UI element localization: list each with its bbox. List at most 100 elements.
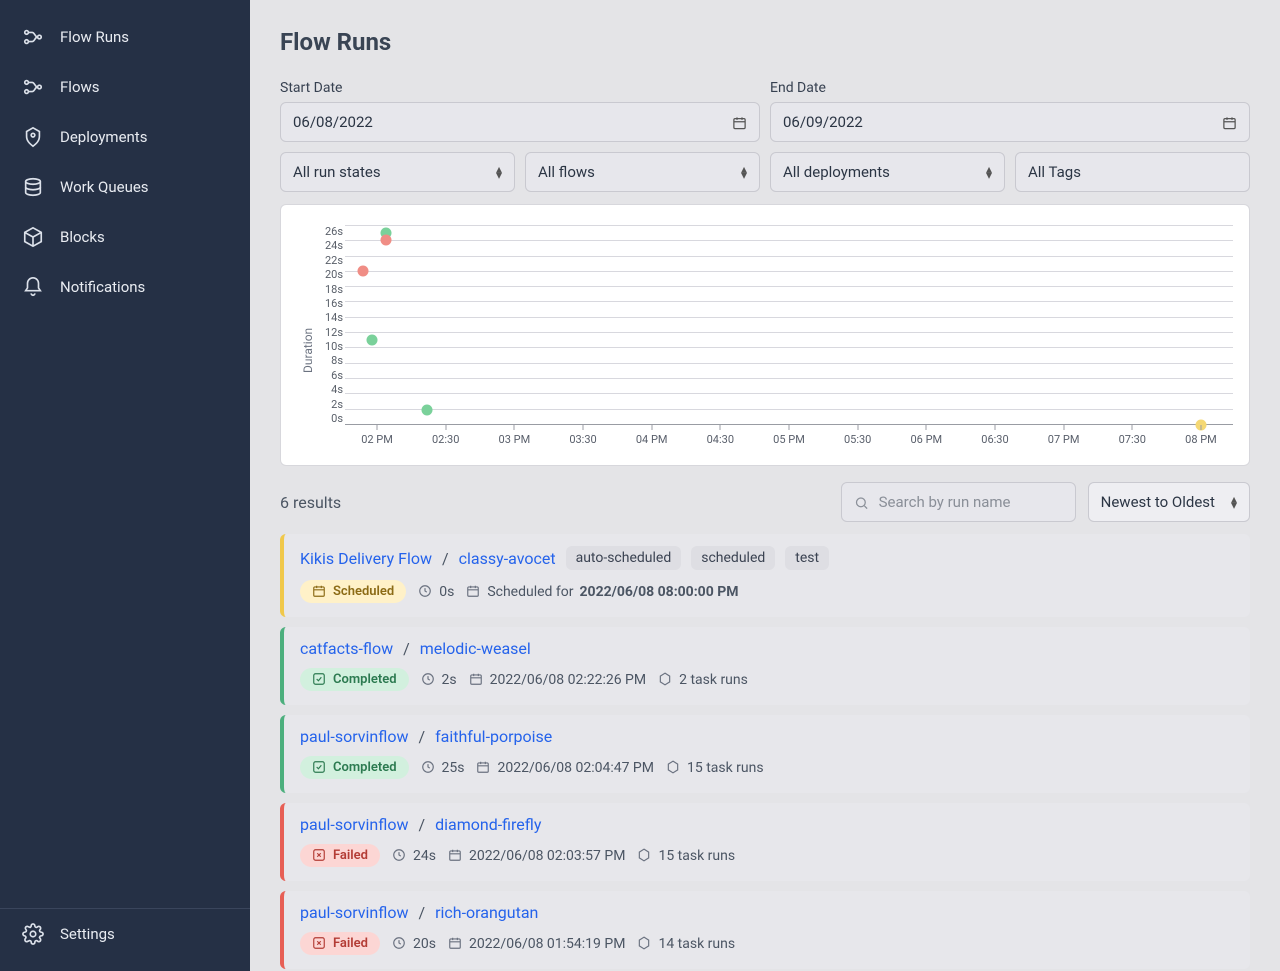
calendar-icon	[476, 760, 491, 775]
search-icon	[854, 495, 869, 510]
state-icon	[312, 936, 327, 951]
flow-link[interactable]: paul-sorvinflow	[300, 727, 408, 746]
run-link[interactable]: rich-orangutan	[435, 903, 538, 922]
results-count: 6 results	[280, 493, 341, 512]
hex-icon	[637, 936, 652, 951]
blocks-icon	[22, 226, 44, 248]
chart-point[interactable]	[381, 235, 392, 246]
flows-icon	[22, 76, 44, 98]
deployments-icon	[22, 126, 44, 148]
main-content: Flow Runs Start Date 06/08/2022 End Date…	[250, 0, 1280, 971]
duration: 2s	[421, 672, 457, 688]
end-date-input[interactable]: 06/09/2022	[770, 102, 1250, 142]
duration: 20s	[392, 936, 436, 952]
state-badge: Scheduled	[300, 580, 406, 603]
nav-flows[interactable]: Flows	[0, 62, 250, 112]
timestamp: Scheduled for 2022/06/08 08:00:00 PM	[466, 584, 738, 600]
state-icon	[312, 848, 327, 863]
flows-select[interactable]: All flows ▴▾	[525, 152, 760, 192]
nav-label: Notifications	[60, 278, 145, 296]
state-badge: Completed	[300, 668, 409, 691]
run-link[interactable]: diamond-firefly	[435, 815, 541, 834]
end-date-label: End Date	[770, 80, 1250, 96]
flow-link[interactable]: catfacts-flow	[300, 639, 393, 658]
run-link[interactable]: faithful-porpoise	[435, 727, 552, 746]
start-date-input[interactable]: 06/08/2022	[280, 102, 760, 142]
run-card[interactable]: Kikis Delivery Flow / classy-avocet auto…	[280, 534, 1250, 617]
start-date-value: 06/08/2022	[293, 113, 373, 131]
calendar-icon	[448, 936, 463, 951]
run-card[interactable]: paul-sorvinflow / diamond-firefly Failed…	[280, 803, 1250, 881]
nav-deployments[interactable]: Deployments	[0, 112, 250, 162]
nav-label: Blocks	[60, 228, 105, 246]
calendar-icon	[1222, 115, 1237, 130]
tag-pill[interactable]: scheduled	[691, 546, 775, 570]
duration: 25s	[421, 760, 465, 776]
search-placeholder: Search by run name	[879, 493, 1011, 511]
clock-icon	[392, 936, 407, 951]
chart-ylabel: Duration	[297, 225, 315, 455]
timestamp: 2022/06/08 02:22:26 PM	[469, 672, 647, 688]
flow-link[interactable]: Kikis Delivery Flow	[300, 549, 432, 568]
tag-pill[interactable]: test	[785, 546, 829, 570]
nav-notifications[interactable]: Notifications	[0, 262, 250, 312]
run-link[interactable]: melodic-weasel	[420, 639, 531, 658]
nav-blocks[interactable]: Blocks	[0, 212, 250, 262]
state-badge: Failed	[300, 932, 380, 955]
run-card[interactable]: paul-sorvinflow / rich-orangutan Failed …	[280, 891, 1250, 969]
clock-icon	[421, 760, 436, 775]
calendar-icon	[469, 672, 484, 687]
tag-pill[interactable]: auto-scheduled	[566, 546, 682, 570]
page-title: Flow Runs	[280, 28, 1250, 56]
notifications-icon	[22, 276, 44, 298]
hex-icon	[666, 760, 681, 775]
deployments-select[interactable]: All deployments ▴▾	[770, 152, 1005, 192]
task-runs: 15 task runs	[637, 848, 735, 864]
nav-flow-runs[interactable]: Flow Runs	[0, 12, 250, 62]
chevrons-icon: ▴▾	[741, 166, 747, 178]
chevrons-icon: ▴▾	[986, 166, 992, 178]
clock-icon	[421, 672, 436, 687]
tags-select[interactable]: All Tags	[1015, 152, 1250, 192]
task-runs: 14 task runs	[637, 936, 735, 952]
hex-icon	[658, 672, 673, 687]
chart-point[interactable]	[422, 404, 433, 415]
chart-point[interactable]	[367, 335, 378, 346]
hex-icon	[637, 848, 652, 863]
state-icon	[312, 760, 327, 775]
nav-label: Flows	[60, 78, 100, 96]
run-states-select[interactable]: All run states ▴▾	[280, 152, 515, 192]
state-badge: Failed	[300, 844, 380, 867]
runs-list: Kikis Delivery Flow / classy-avocet auto…	[280, 534, 1250, 969]
nav-work-queues[interactable]: Work Queues	[0, 162, 250, 212]
flow-link[interactable]: paul-sorvinflow	[300, 815, 408, 834]
clock-icon	[392, 848, 407, 863]
nav-settings[interactable]: Settings	[0, 909, 250, 959]
run-link[interactable]: classy-avocet	[459, 549, 556, 568]
chevrons-icon: ▴▾	[1231, 496, 1237, 508]
sort-select[interactable]: Newest to Oldest ▴▾	[1088, 482, 1250, 522]
flow-runs-icon	[22, 26, 44, 48]
run-card[interactable]: catfacts-flow / melodic-weasel Completed…	[280, 627, 1250, 705]
state-icon	[312, 584, 327, 599]
duration-chart: Duration 26s24s22s20s18s16s14s12s10s8s6s…	[280, 204, 1250, 466]
search-input[interactable]: Search by run name	[841, 482, 1076, 522]
chart-point[interactable]	[358, 266, 369, 277]
run-card[interactable]: paul-sorvinflow / faithful-porpoise Comp…	[280, 715, 1250, 793]
task-runs: 15 task runs	[666, 760, 764, 776]
work-queues-icon	[22, 176, 44, 198]
end-date-value: 06/09/2022	[783, 113, 863, 131]
clock-icon	[418, 584, 433, 599]
nav-label: Flow Runs	[60, 28, 129, 46]
nav-label: Settings	[60, 925, 115, 943]
duration: 0s	[418, 584, 454, 600]
timestamp: 2022/06/08 02:04:47 PM	[476, 760, 654, 776]
duration: 24s	[392, 848, 436, 864]
flow-link[interactable]: paul-sorvinflow	[300, 903, 408, 922]
state-badge: Completed	[300, 756, 409, 779]
gear-icon	[22, 923, 44, 945]
state-icon	[312, 672, 327, 687]
nav-label: Deployments	[60, 128, 147, 146]
calendar-icon	[732, 115, 747, 130]
calendar-icon	[448, 848, 463, 863]
